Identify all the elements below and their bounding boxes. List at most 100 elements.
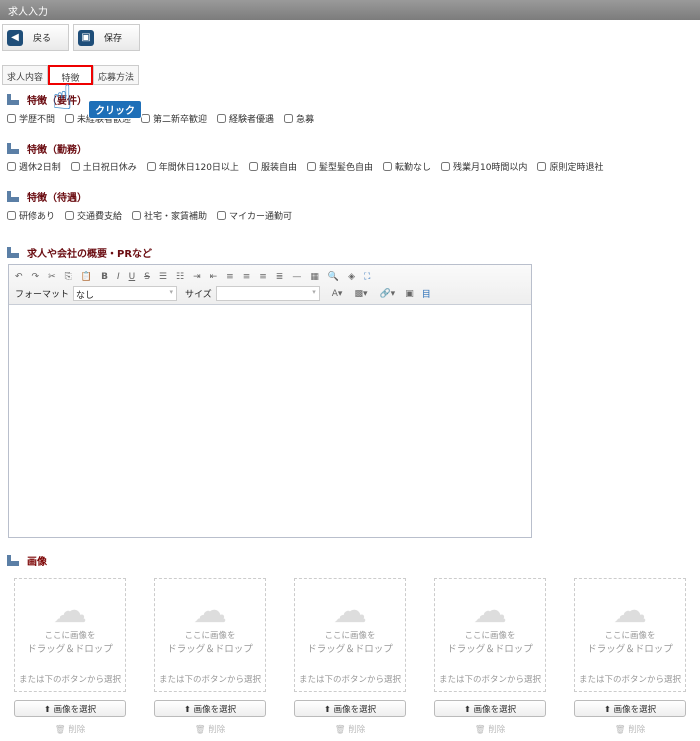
select-image-button[interactable]: ⬆ 画像を選択: [14, 700, 126, 717]
checkbox-label: マイカー通勤可: [229, 212, 293, 222]
maximize-icon[interactable]: ⛶: [364, 272, 370, 282]
delete-button[interactable]: 🗑 削除: [154, 723, 266, 735]
checkbox[interactable]: [146, 162, 156, 171]
checkbox[interactable]: [248, 162, 258, 171]
feature-checkbox[interactable]: 急募: [284, 112, 314, 125]
checkbox-label: 研修あり: [19, 212, 56, 222]
undo-icon[interactable]: ↶: [15, 272, 23, 282]
select-image-button[interactable]: ⬆ 画像を選択: [574, 700, 686, 717]
delete-button[interactable]: 🗑 削除: [294, 723, 406, 735]
feature-checkbox[interactable]: 残業月10時間以内: [440, 160, 527, 173]
align-left-icon[interactable]: ≡: [226, 272, 234, 282]
feature-checkbox[interactable]: 経験者優遇: [217, 112, 274, 125]
feature-checkbox[interactable]: 髪型髪色自由: [306, 160, 373, 173]
align-center-icon[interactable]: ≡: [243, 272, 251, 282]
size-select[interactable]: [215, 286, 320, 301]
ordered-list-icon[interactable]: ☰: [159, 272, 167, 282]
justify-icon[interactable]: ≣: [276, 272, 284, 282]
checkbox[interactable]: [7, 114, 16, 123]
checkbox[interactable]: [440, 162, 450, 171]
feature-checkbox[interactable]: 服装自由: [248, 160, 297, 173]
text-color-icon[interactable]: A▾: [332, 289, 343, 299]
bullet-list-icon[interactable]: ☷: [176, 272, 184, 282]
trash-icon: 🗑: [334, 725, 349, 735]
save-button[interactable]: ▣ 保存: [73, 24, 140, 51]
upload-icon: ⬆: [183, 705, 194, 715]
drop-text: ここに画像を: [324, 631, 376, 641]
feature-checkbox[interactable]: 転勤なし: [382, 160, 431, 173]
feature-checkbox[interactable]: 年間休日120日以上: [146, 160, 239, 173]
source-icon[interactable]: ◈: [348, 272, 355, 282]
or-text: または下のボタンから選択: [18, 675, 121, 685]
cloud-upload-icon: ☁: [333, 591, 367, 631]
editor-toolbar: ↶ ↷ ✂ ⎘ 📋 BIUS ☰ ☷ ⇥ ⇤ ≡ ≡ ≡ ≣ — ▦ 🔍 ◈ ⛶ フォーマット なし サイ…: [9, 265, 531, 305]
indent-icon[interactable]: ⇥: [193, 272, 201, 282]
underline-icon[interactable]: U: [129, 272, 136, 282]
or-text: または下のボタンから選択: [158, 675, 261, 685]
checkbox[interactable]: [141, 114, 151, 123]
image-drop-zone[interactable]: ☁ ここに画像を ドラッグ＆ドロップ または下のボタンから選択: [14, 578, 126, 692]
redo-icon[interactable]: ↷: [32, 272, 40, 282]
checkbox[interactable]: [306, 162, 316, 171]
align-right-icon[interactable]: ≡: [259, 272, 267, 282]
bg-color-icon[interactable]: ▩▾: [354, 289, 367, 299]
strike-icon[interactable]: S: [144, 272, 150, 282]
italic-icon[interactable]: I: [117, 272, 120, 282]
window-title: 求人入力: [0, 0, 700, 20]
delete-button[interactable]: 🗑 削除: [574, 723, 686, 735]
feature-checkbox[interactable]: 交通費支給: [65, 209, 122, 222]
checkbox[interactable]: [217, 114, 227, 123]
image-drop-zone[interactable]: ☁ ここに画像を ドラッグ＆ドロップ または下のボタンから選択: [574, 578, 686, 692]
drop-text: ドラッグ＆ドロップ: [27, 644, 113, 655]
select-image-button[interactable]: ⬆ 画像を選択: [434, 700, 546, 717]
feature-checkbox[interactable]: 原則定時退社: [537, 160, 603, 173]
checkbox[interactable]: [70, 162, 80, 171]
format-select[interactable]: なし: [73, 286, 178, 301]
link-icon[interactable]: 🔗▾: [379, 289, 395, 299]
feature-checkbox[interactable]: 第二新卒歓迎: [141, 112, 207, 125]
select-image-button[interactable]: ⬆ 画像を選択: [294, 700, 406, 717]
cut-icon[interactable]: ✂: [48, 272, 56, 282]
outdent-icon[interactable]: ⇤: [210, 272, 218, 282]
checkbox[interactable]: [382, 162, 392, 171]
section-work: 特徴（勤務）: [7, 141, 87, 156]
delete-button[interactable]: 🗑 削除: [14, 723, 126, 735]
checkbox[interactable]: [65, 211, 75, 220]
drop-text: ドラッグ＆ドロップ: [167, 644, 253, 655]
bold-icon[interactable]: B: [101, 272, 108, 282]
image-icon[interactable]: ▣: [405, 289, 414, 299]
feature-checkbox[interactable]: 学歴不問: [7, 112, 55, 125]
tab-application[interactable]: 応募方法: [93, 65, 140, 85]
checkbox-label: 社宅・家賃補助: [144, 212, 208, 222]
feature-checkbox[interactable]: 週休2日制: [7, 160, 61, 173]
table-icon[interactable]: ▦: [310, 272, 319, 282]
paste-icon[interactable]: 📋: [81, 272, 92, 282]
image-drop-zone[interactable]: ☁ ここに画像を ドラッグ＆ドロップ または下のボタンから選択: [154, 578, 266, 692]
template-icon[interactable]: 目: [422, 287, 431, 300]
checkbox[interactable]: [537, 162, 547, 171]
checkbox[interactable]: [217, 211, 227, 220]
select-image-button[interactable]: ⬆ 画像を選択: [154, 700, 266, 717]
pointer-hand-icon: ☝: [52, 78, 73, 118]
feature-checkbox[interactable]: 土日祝日休み: [70, 160, 137, 173]
checkbox[interactable]: [132, 211, 142, 220]
delete-button[interactable]: 🗑 削除: [434, 723, 546, 735]
checkbox-label: 経験者優遇: [229, 115, 275, 125]
image-drop-zone[interactable]: ☁ ここに画像を ドラッグ＆ドロップ または下のボタンから選択: [434, 578, 546, 692]
section-heading: 画像: [27, 557, 47, 568]
delete-label: 削除: [348, 725, 366, 735]
select-image-label: 画像を選択: [333, 705, 377, 715]
checkbox[interactable]: [7, 211, 16, 220]
feature-checkbox[interactable]: 社宅・家賃補助: [132, 209, 207, 222]
feature-checkbox[interactable]: マイカー通勤可: [217, 209, 292, 222]
horizontal-rule-icon[interactable]: —: [292, 272, 301, 282]
feature-checkbox[interactable]: 研修あり: [7, 209, 55, 222]
image-drop-zone[interactable]: ☁ ここに画像を ドラッグ＆ドロップ または下のボタンから選択: [294, 578, 406, 692]
copy-icon[interactable]: ⎘: [65, 272, 72, 282]
select-image-label: 画像を選択: [193, 705, 237, 715]
checkbox[interactable]: [7, 162, 16, 171]
find-icon[interactable]: 🔍: [328, 272, 339, 282]
back-button[interactable]: ◀ 戻る: [2, 24, 69, 51]
tab-job-content[interactable]: 求人内容: [2, 65, 49, 85]
checkbox[interactable]: [284, 114, 294, 123]
